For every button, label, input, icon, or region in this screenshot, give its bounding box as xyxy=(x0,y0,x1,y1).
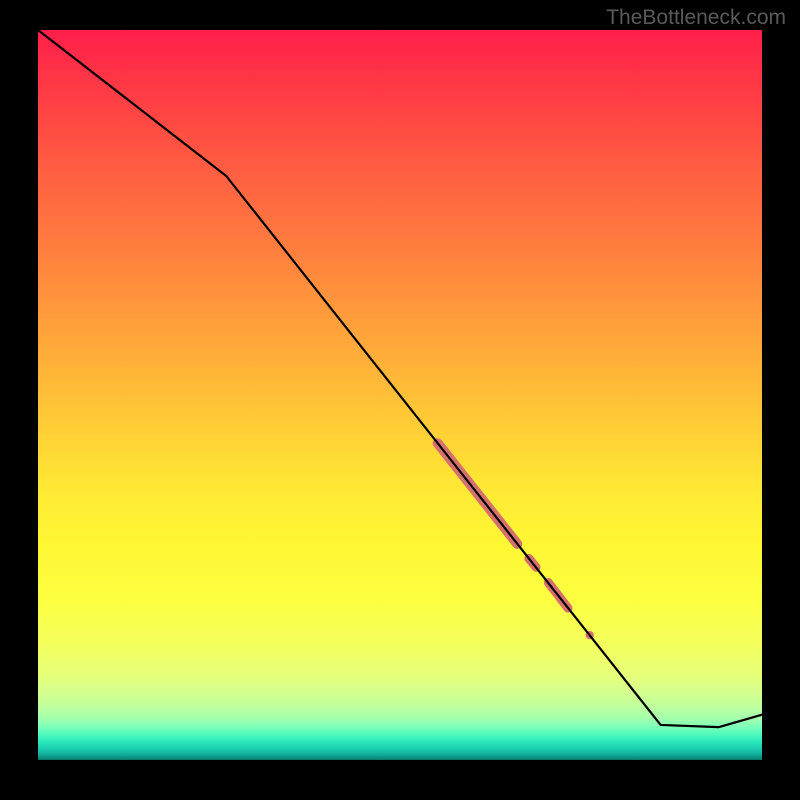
chart-overlay-svg xyxy=(38,30,762,760)
watermark-text: TheBottleneck.com xyxy=(606,6,786,30)
chart-plot-area xyxy=(38,30,762,760)
chart-line-path xyxy=(38,30,762,727)
